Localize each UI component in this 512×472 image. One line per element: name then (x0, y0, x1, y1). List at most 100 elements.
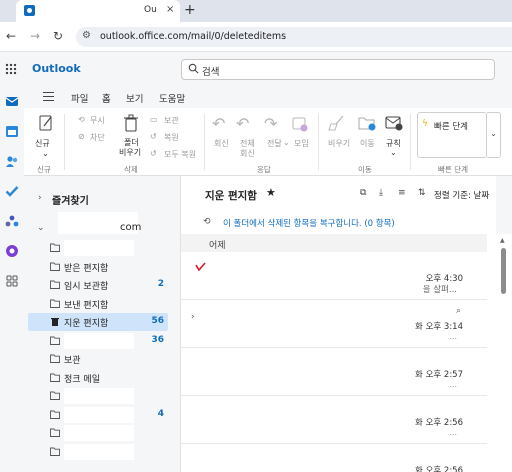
archive-button[interactable]: 보관 (164, 115, 179, 126)
app-launcher-icon[interactable] (5, 63, 17, 75)
new-tab-button[interactable]: + (184, 2, 196, 18)
restore-all-button[interactable]: 모두 복원 (164, 149, 196, 160)
todo-check-icon[interactable] (5, 184, 19, 198)
reply-all-button-2[interactable]: 회신 (240, 148, 255, 159)
message-row[interactable]: 화 오후 2:57... (181, 348, 487, 396)
favorites-header[interactable]: 즐겨찾기 (52, 192, 89, 207)
scroll-thumb[interactable] (501, 248, 506, 294)
sort-icon[interactable]: ⇅ (418, 188, 426, 198)
recover-items-link[interactable]: 이 폴더에서 삭제된 항목을 복구합니다. (0 항목) (223, 217, 395, 229)
folder-item[interactable] (24, 387, 168, 405)
forward-dropdown-icon[interactable]: ⌄ (283, 138, 290, 147)
message-row[interactable]: › ⌕ 화 오후 3:14... (181, 300, 487, 348)
forward-button[interactable]: 전달 (267, 138, 282, 149)
folder-item[interactable]: 4 (24, 406, 168, 424)
sort-label[interactable]: 정렬 기준: 날짜 (434, 189, 489, 201)
forward-icon: ↷ (264, 114, 278, 133)
teams-icon[interactable] (5, 214, 19, 228)
browser-tab-outlook[interactable]: Ou × (16, 0, 180, 22)
folder-inbox[interactable]: 받은 편지함 (24, 258, 168, 276)
move-button[interactable]: 이동 (360, 138, 375, 149)
archive-icon: ▭ (150, 115, 158, 124)
block-icon: ⊘ (78, 132, 85, 141)
message-content-redacted (207, 256, 425, 294)
tab-title: Ou (144, 5, 157, 15)
trash-icon (51, 318, 59, 326)
archive-icon (50, 354, 60, 363)
quick-steps-expand-icon[interactable]: ⌄ (487, 112, 501, 158)
move-folder-icon (358, 117, 376, 131)
outlook-favicon-icon (24, 5, 35, 16)
message-row[interactable]: 화 오후 2:56... (181, 396, 487, 444)
hamburger-menu-icon[interactable] (43, 92, 54, 101)
browser-toolbar: ← → ↻ ⚙ outlook.office.com/mail/0/delete… (0, 22, 512, 52)
ignore-button[interactable]: 무시 (90, 115, 105, 126)
new-mail-button[interactable]: 신규 ⌄ (32, 112, 60, 162)
tab-view[interactable]: 보기 (126, 91, 143, 105)
folder-name-redacted (64, 425, 134, 441)
folder-junk[interactable]: 정크 메일 (24, 369, 168, 387)
forward-arrow-icon[interactable]: → (30, 29, 40, 43)
jump-to-icon[interactable]: ⤓ (379, 188, 383, 198)
meeting-button[interactable]: 모임 (294, 138, 309, 149)
unread-count-badge: 36 (151, 334, 164, 345)
message-list-header: 지운 편지함 ★ ⧉ ⤓ ≡ ⇅ 정렬 기준: 날짜 (181, 176, 497, 210)
reload-icon[interactable]: ↻ (53, 29, 63, 43)
site-settings-icon[interactable]: ⚙ (82, 30, 91, 41)
folder-item[interactable]: 36 (24, 332, 168, 350)
tab-home[interactable]: 홈 (102, 91, 111, 110)
message-time: 화 오후 2:57 (415, 370, 463, 380)
filter-icon[interactable]: ≡ (398, 188, 406, 198)
quick-steps-gallery[interactable]: ϟ 빠른 단계 (417, 112, 487, 158)
tab-file[interactable]: 파일 (71, 91, 88, 105)
people-icon[interactable] (5, 154, 19, 168)
empty-folder-button[interactable]: 폴더 비우기 (118, 112, 144, 164)
sweep-button[interactable]: 비우기 (328, 138, 350, 149)
mail-icon[interactable] (5, 94, 19, 108)
address-bar[interactable]: ⚙ outlook.office.com/mail/0/deleteditems (76, 27, 512, 47)
message-content-redacted (207, 352, 425, 390)
back-arrow-icon[interactable]: ← (6, 29, 16, 43)
empty-folder-label-2: 비우기 (119, 148, 142, 157)
more-apps-icon[interactable] (5, 274, 19, 288)
loop-icon[interactable] (5, 244, 19, 258)
folder-archive[interactable]: 보관 (24, 350, 168, 368)
favorite-star-icon[interactable]: ★ (266, 186, 276, 199)
lightning-icon: ϟ (422, 119, 428, 129)
block-button[interactable]: 차단 (90, 132, 105, 143)
account-chevron-icon[interactable]: ⌄ (37, 223, 45, 233)
folder-deleted[interactable]: 지운 편지함 56 (28, 313, 168, 331)
scroll-up-icon[interactable]: ▲ (500, 237, 505, 244)
restore-button[interactable]: 복원 (164, 132, 179, 143)
tab-help[interactable]: 도움말 (159, 91, 185, 105)
url-text[interactable]: outlook.office.com/mail/0/deleteditems (100, 31, 286, 42)
recover-items-bar: ⟲ 이 폴더에서 삭제된 항목을 복구합니다. (0 항목) (181, 210, 497, 234)
folder-item[interactable] (24, 424, 168, 442)
folder-item[interactable] (24, 443, 168, 461)
thread-expand-chevron-icon[interactable]: › (191, 312, 195, 322)
folder-drafts[interactable]: 임시 보관함 2 (24, 276, 168, 294)
folder-item[interactable] (24, 239, 168, 257)
message-row[interactable]: 화 오후 2:56... (181, 444, 487, 472)
unread-count-badge: 2 (157, 279, 164, 289)
message-list-scrollbar[interactable]: ▲ (496, 234, 512, 472)
message-row[interactable]: 오후 4:30 을 살펴... (181, 252, 487, 300)
rules-dropdown-icon[interactable]: ⌄ (390, 148, 397, 157)
reply-button[interactable]: 회신 (214, 138, 229, 149)
folder-name-redacted (64, 443, 134, 460)
folder-name-redacted (64, 332, 134, 349)
select-mode-icon[interactable]: ⧉ (360, 188, 366, 198)
browser-tab-strip: Ou × + (0, 0, 512, 22)
folder-sent[interactable]: 보낸 편지함 (24, 295, 168, 313)
new-dropdown-chevron-icon[interactable]: ⌄ (42, 149, 49, 158)
new-mail-icon (39, 115, 52, 131)
account-name[interactable]: com (120, 222, 141, 233)
outlook-brand[interactable]: Outlook (32, 62, 81, 75)
rules-icon (385, 116, 403, 131)
search-input[interactable]: 검색 (181, 59, 495, 80)
trash-icon (124, 114, 138, 132)
favorites-chevron-icon[interactable]: › (38, 193, 42, 203)
tab-close-icon[interactable]: × (166, 4, 174, 15)
calendar-icon[interactable] (5, 124, 19, 138)
restore-all-icon: ↺ (150, 149, 157, 158)
